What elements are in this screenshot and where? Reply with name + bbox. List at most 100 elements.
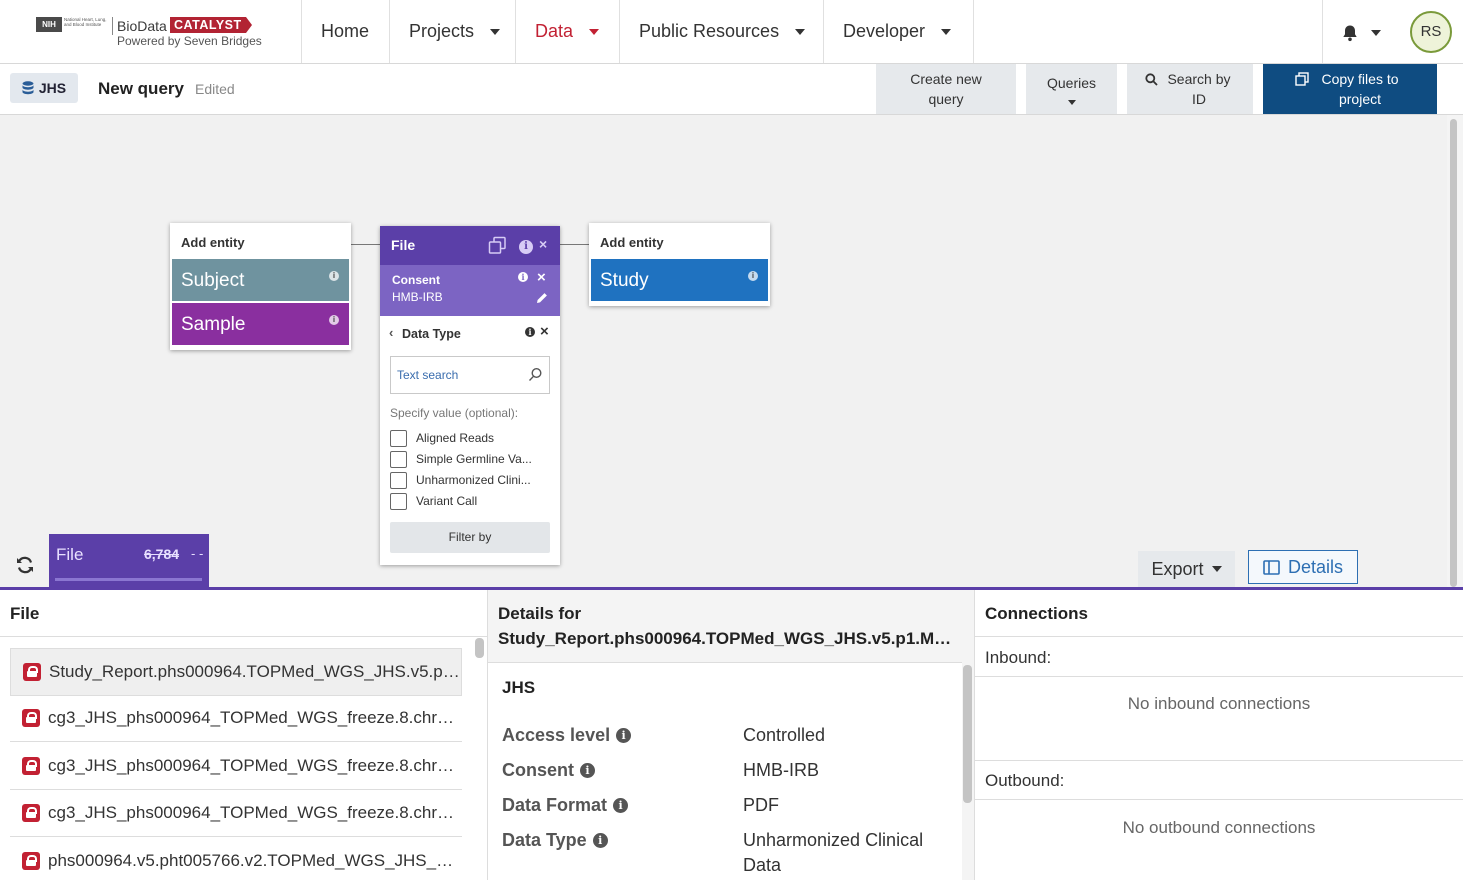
info-icon[interactable]: i xyxy=(525,327,535,337)
file-list-panel: File Study_Report.phs000964.TOPMed_WGS_J… xyxy=(0,590,487,880)
info-icon[interactable]: i xyxy=(518,272,528,282)
file-name: cg3_JHS_phs000964_TOPMed_WGS_freeze.8.ch… xyxy=(48,802,462,822)
text-search-input[interactable]: Text search xyxy=(390,356,550,394)
specify-value-label: Specify value (optional): xyxy=(390,406,519,420)
copy-files-to-project-button[interactable]: Copy files to project xyxy=(1263,64,1437,114)
entity-study-button[interactable]: Study i xyxy=(591,259,768,301)
filter-by-button[interactable]: Filter by xyxy=(390,522,550,553)
inbound-label: Inbound: xyxy=(985,648,1052,667)
nav-divider xyxy=(1322,0,1323,63)
connector-line xyxy=(350,244,380,245)
scrollbar-thumb[interactable] xyxy=(1450,119,1457,587)
details-button[interactable]: Details xyxy=(1248,550,1358,584)
logo-divider xyxy=(112,17,113,35)
queries-button[interactable]: Queries xyxy=(1026,64,1117,114)
info-icon[interactable]: i xyxy=(592,833,608,848)
info-icon[interactable]: i xyxy=(329,271,339,281)
nav-projects-label: Projects xyxy=(409,21,475,41)
search-icon xyxy=(1145,73,1158,86)
dataset-chip[interactable]: JHS xyxy=(10,73,78,103)
details-study: JHS xyxy=(502,678,536,697)
option-label: Aligned Reads xyxy=(416,431,495,445)
notifications-chevron-down-icon[interactable] xyxy=(1371,30,1381,36)
lock-icon xyxy=(22,851,40,870)
file-name: cg3_JHS_phs000964_TOPMed_WGS_freeze.8.ch… xyxy=(48,707,462,727)
detail-label-access-level: Access level i xyxy=(502,725,632,746)
close-icon[interactable]: × xyxy=(539,236,547,252)
option-unharmonized-clinical[interactable]: Unharmonized Clini... xyxy=(390,471,531,489)
entity-subject-button[interactable]: Subject i xyxy=(172,259,349,301)
file-card-header: File i × xyxy=(380,226,560,265)
checkbox[interactable] xyxy=(390,450,407,468)
consent-filter[interactable]: Consent HMB-IRB i × xyxy=(380,265,560,316)
query-title[interactable]: New query xyxy=(98,79,184,99)
file-entity-card: File i × Consent HMB-IRB i × ‹ Data Type… xyxy=(380,226,560,565)
entity-sample-button[interactable]: Sample i xyxy=(172,303,349,345)
info-icon[interactable]: i xyxy=(329,315,339,325)
details-scrollbar[interactable] xyxy=(963,665,972,803)
option-aligned-reads[interactable]: Aligned Reads xyxy=(390,429,494,447)
chevron-down-icon xyxy=(490,28,501,35)
chevron-down-icon xyxy=(1211,566,1222,572)
query-status: Edited xyxy=(195,81,235,97)
canvas-scrollbar[interactable] xyxy=(1447,115,1463,587)
nav-public-resources-label: Public Resources xyxy=(639,21,780,41)
divider xyxy=(975,799,1463,800)
info-icon[interactable]: i xyxy=(613,798,629,813)
create-new-query-button[interactable]: Create new query xyxy=(876,64,1016,114)
option-label: Unharmonized Clini... xyxy=(416,473,531,487)
copy-icon xyxy=(1295,72,1309,86)
file-tab-count: 6,784 xyxy=(144,546,180,562)
file-row[interactable]: cg3_JHS_phs000964_TOPMed_WGS_freeze.8.ch… xyxy=(10,742,462,790)
copy-icon[interactable] xyxy=(488,236,507,255)
info-icon[interactable]: i xyxy=(748,271,758,281)
edit-pencil-icon[interactable] xyxy=(536,292,548,304)
nav-data-label: Data xyxy=(535,21,574,41)
chevron-left-icon[interactable]: ‹ xyxy=(389,325,393,340)
detail-label-data-type: Data Type i xyxy=(502,830,608,851)
divider xyxy=(0,636,487,637)
file-panel-title: File xyxy=(10,604,40,623)
checkbox[interactable] xyxy=(390,492,407,510)
query-canvas[interactable] xyxy=(0,115,1463,587)
data-type-title: Data Type xyxy=(402,327,461,341)
outbound-label: Outbound: xyxy=(985,771,1065,790)
file-name: cg3_JHS_phs000964_TOPMed_WGS_freeze.8.ch… xyxy=(48,755,462,775)
close-icon[interactable]: × xyxy=(537,269,546,286)
info-icon[interactable]: i xyxy=(616,728,632,743)
checkbox[interactable] xyxy=(390,471,407,489)
nav-developer[interactable]: Developer xyxy=(823,0,973,63)
export-button[interactable]: Export xyxy=(1138,551,1235,587)
option-variant-call[interactable]: Variant Call xyxy=(390,492,477,510)
details-title: Details for xyxy=(498,604,582,623)
refresh-icon[interactable] xyxy=(15,555,35,575)
nav-data[interactable]: Data xyxy=(515,0,620,63)
info-icon[interactable]: i xyxy=(519,240,533,254)
file-list-scrollbar[interactable] xyxy=(475,638,484,658)
option-simple-germline[interactable]: Simple Germline Va... xyxy=(390,450,532,468)
search-by-id-button[interactable]: Search by ID xyxy=(1127,64,1253,114)
user-avatar[interactable]: RS xyxy=(1410,11,1452,53)
file-row[interactable]: cg3_JHS_phs000964_TOPMed_WGS_freeze.8.ch… xyxy=(10,789,462,837)
file-row[interactable]: phs000964.v5.pht005766.v2.TOPMed_WGS_JHS… xyxy=(10,837,462,880)
nav-public-resources[interactable]: Public Resources xyxy=(619,0,824,63)
bell-icon[interactable] xyxy=(1341,24,1359,42)
nav-projects[interactable]: Projects xyxy=(389,0,516,63)
add-entity-header: Add entity xyxy=(600,235,664,250)
file-row[interactable]: cg3_JHS_phs000964_TOPMed_WGS_freeze.8.ch… xyxy=(10,694,462,742)
file-results-tab[interactable]: File 6,784 - - xyxy=(49,534,209,587)
logo-catalyst: CATALYST xyxy=(170,17,252,33)
columns-icon xyxy=(1263,559,1280,575)
option-label: Simple Germline Va... xyxy=(416,452,532,466)
checkbox[interactable] xyxy=(390,429,407,447)
file-tab-progress xyxy=(55,578,202,581)
lock-icon xyxy=(23,663,41,681)
file-row[interactable]: Study_Report.phs000964.TOPMed_WGS_JHS.v5… xyxy=(10,648,462,696)
lock-icon xyxy=(22,803,40,822)
biodata-catalyst-logo[interactable]: NIH National Heart, Lung, and Blood Inst… xyxy=(36,15,301,51)
close-icon[interactable]: × xyxy=(540,323,549,340)
nav-home[interactable]: Home xyxy=(301,0,390,63)
search-icon[interactable] xyxy=(528,367,543,382)
connections-panel: Connections Inbound: No inbound connecti… xyxy=(975,590,1463,880)
info-icon[interactable]: i xyxy=(580,763,595,778)
